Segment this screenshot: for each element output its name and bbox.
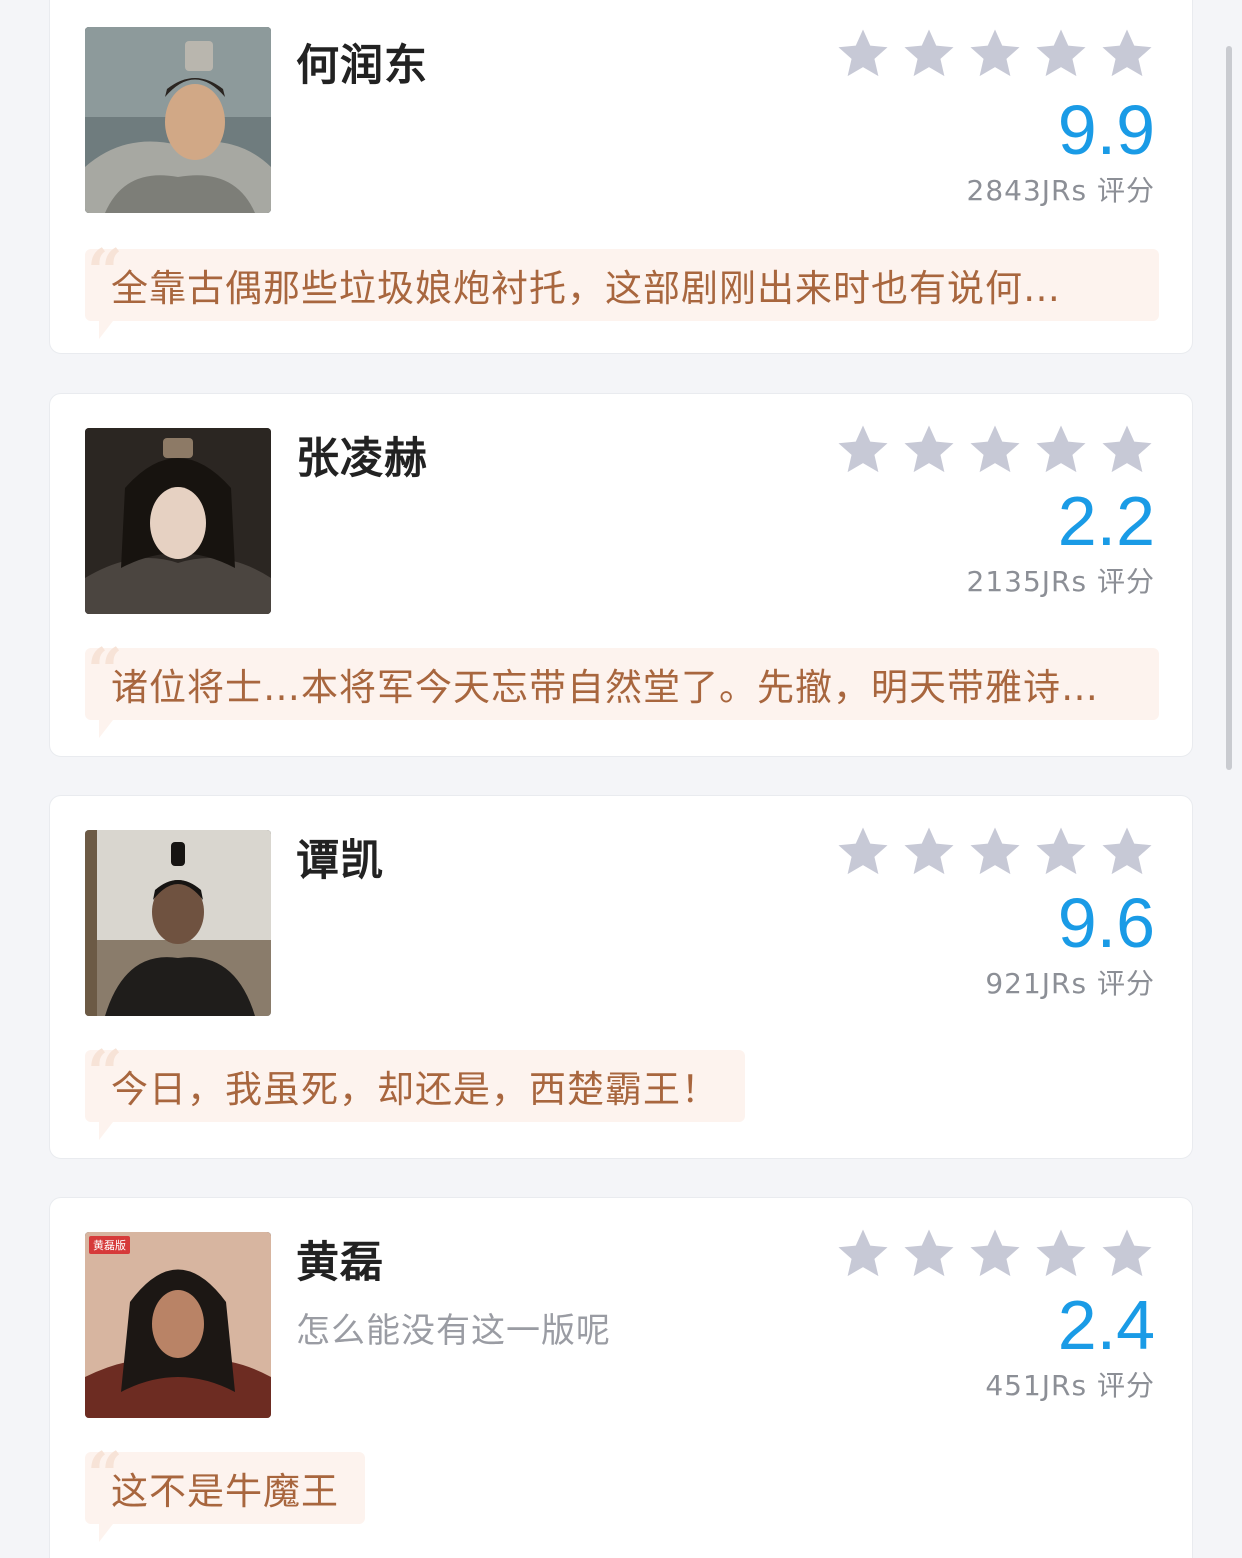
portrait-young-warrior-icon — [85, 428, 271, 614]
actor-name: 何润东 — [296, 41, 428, 91]
star-icon[interactable] — [1033, 1226, 1089, 1282]
average-score: 2.4 — [1057, 1286, 1155, 1364]
rating-list: 何润东 9.9 2843JRs 评分 “ 全靠古偶那些垃圾娘炮衬托，这部剧刚出来… — [0, 0, 1242, 1558]
star-rating[interactable] — [835, 422, 1155, 478]
star-icon[interactable] — [901, 422, 957, 478]
rating-count: 451JRs 评分 — [985, 1369, 1155, 1402]
actor-name: 黄磊 — [296, 1238, 384, 1288]
rating-count: 2135JRs 评分 — [966, 565, 1155, 598]
portrait-general-icon — [85, 830, 271, 1016]
top-comment[interactable]: “ 全靠古偶那些垃圾娘炮衬托，这部剧刚出来时也有说何… — [85, 241, 1159, 339]
star-icon[interactable] — [835, 1226, 891, 1282]
star-rating[interactable] — [835, 824, 1155, 880]
rating-card[interactable]: 谭凯 9.6 921JRs 评分 “ 今日，我虽死，却还是，西楚霸王！ — [49, 795, 1193, 1159]
star-icon[interactable] — [1099, 824, 1155, 880]
star-icon[interactable] — [1099, 1226, 1155, 1282]
star-icon[interactable] — [967, 422, 1023, 478]
top-comment[interactable]: “ 诸位将士…本将军今天忘带自然堂了。先撤，明天带雅诗… — [85, 640, 1159, 738]
rating-count: 921JRs 评分 — [985, 967, 1155, 1000]
rating-count: 2843JRs 评分 — [966, 174, 1155, 207]
star-icon[interactable] — [967, 1226, 1023, 1282]
star-icon[interactable] — [1033, 824, 1089, 880]
rating-card[interactable]: 黄磊版 黄磊 怎么能没有这一版呢 2.4 451JRs 评分 “ 这不是牛魔王 — [49, 1197, 1193, 1558]
top-comment[interactable]: “ 这不是牛魔王 — [85, 1444, 365, 1542]
star-icon[interactable] — [1099, 422, 1155, 478]
star-icon[interactable] — [901, 824, 957, 880]
comment-text: 这不是牛魔王 — [111, 1470, 339, 1513]
star-icon[interactable] — [901, 1226, 957, 1282]
actor-name: 谭凯 — [296, 836, 384, 886]
star-rating[interactable] — [835, 1226, 1155, 1282]
star-icon[interactable] — [835, 26, 891, 82]
star-rating[interactable] — [835, 26, 1155, 82]
scrollbar[interactable] — [1226, 46, 1232, 770]
actor-avatar[interactable]: 黄磊版 — [85, 1232, 271, 1418]
actor-name: 张凌赫 — [296, 434, 428, 484]
rating-card[interactable]: 张凌赫 2.2 2135JRs 评分 “ 诸位将士…本将军今天忘带自然堂了。先撤… — [49, 393, 1193, 757]
actor-avatar[interactable] — [85, 428, 271, 614]
star-icon[interactable] — [1033, 26, 1089, 82]
star-icon[interactable] — [1099, 26, 1155, 82]
top-comment[interactable]: “ 今日，我虽死，却还是，西楚霸王！ — [85, 1042, 745, 1140]
star-icon[interactable] — [835, 422, 891, 478]
star-icon[interactable] — [835, 824, 891, 880]
average-score: 2.2 — [1057, 482, 1155, 560]
comment-text: 诸位将士…本将军今天忘带自然堂了。先撤，明天带雅诗… — [111, 666, 1099, 709]
version-badge: 黄磊版 — [89, 1236, 130, 1254]
average-score: 9.6 — [1057, 884, 1155, 962]
comment-text: 今日，我虽死，却还是，西楚霸王！ — [111, 1068, 719, 1111]
star-icon[interactable] — [967, 26, 1023, 82]
portrait-armored-warrior-icon — [85, 27, 271, 213]
average-score: 9.9 — [1057, 91, 1155, 169]
star-icon[interactable] — [901, 26, 957, 82]
rating-card[interactable]: 何润东 9.9 2843JRs 评分 “ 全靠古偶那些垃圾娘炮衬托，这部剧刚出来… — [49, 0, 1193, 354]
star-icon[interactable] — [1033, 422, 1089, 478]
actor-avatar[interactable] — [85, 830, 271, 1016]
portrait-long-hair-icon — [85, 1232, 271, 1418]
actor-subtitle: 怎么能没有这一版呢 — [296, 1311, 611, 1351]
star-icon[interactable] — [967, 824, 1023, 880]
comment-text: 全靠古偶那些垃圾娘炮衬托，这部剧刚出来时也有说何… — [111, 267, 1061, 310]
actor-avatar[interactable] — [85, 27, 271, 213]
